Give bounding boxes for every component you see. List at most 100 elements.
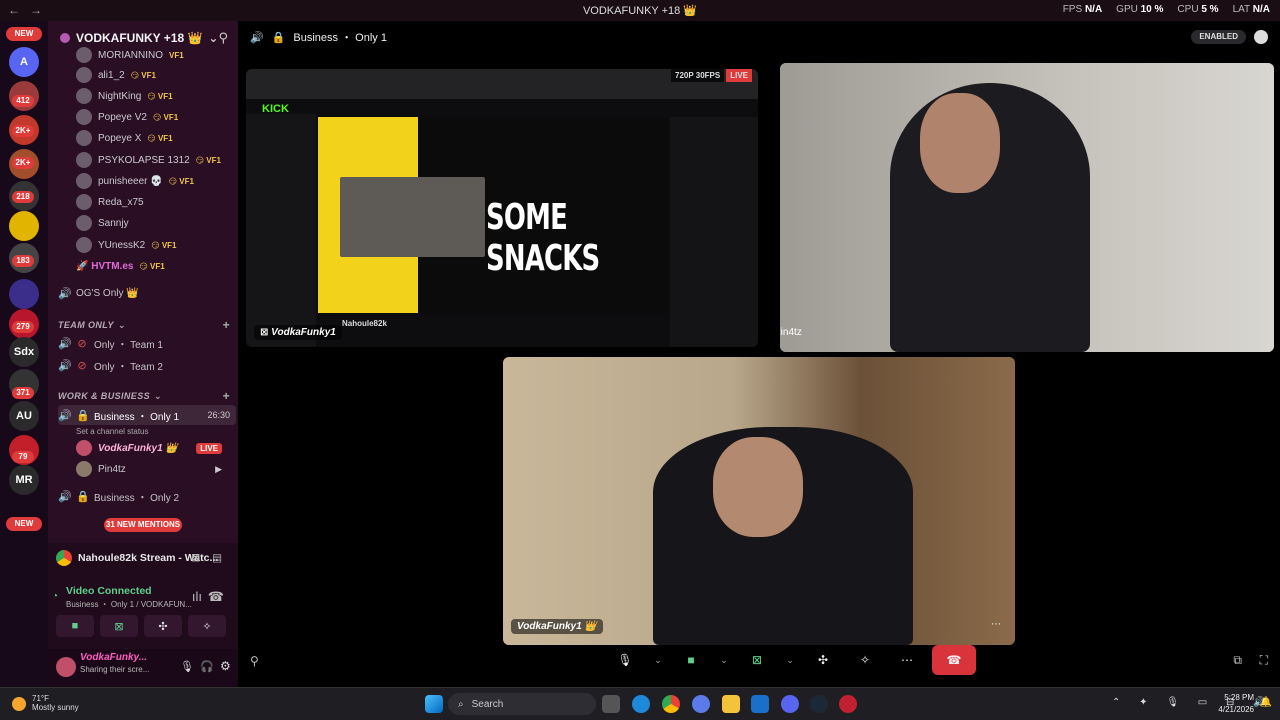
enabled-pill[interactable]: ENABLED (1191, 30, 1246, 44)
voice-user[interactable]: punisheeer 💀 😏 VF1 (76, 171, 236, 191)
screen-share-button[interactable]: ⊠ (740, 645, 774, 675)
soundboard-button[interactable]: ✧ (188, 615, 226, 637)
voice-user[interactable]: PSYKOLAPSE 1312 😏 VF1 (76, 150, 236, 170)
new-mentions-pill[interactable]: 31 NEW MENTIONS (104, 518, 182, 532)
category-work-business[interactable]: WORK & BUSINESS ⌄ + (58, 388, 236, 404)
stream-tile[interactable]: KICK SOME SNACKS Nahoule82k 720P 30FPS L… (246, 69, 758, 347)
voice-status[interactable]: Video Connected (66, 585, 152, 597)
screen-share-icon: ⊠ (751, 653, 763, 667)
taskbar-search[interactable]: ⌕ Search (448, 693, 596, 715)
lock-icon: 🔒 (76, 490, 90, 503)
avatar (76, 130, 92, 146)
add-channel-icon[interactable]: + (223, 389, 230, 403)
channel-title: Business ・ Only 1 (293, 32, 387, 44)
app-icon[interactable] (692, 695, 710, 713)
server-icon[interactable] (9, 279, 39, 309)
weather-widget[interactable]: 71°F Mostly sunny (12, 694, 79, 712)
avatar[interactable] (56, 657, 76, 677)
notification-icon[interactable]: 🔔 (1260, 697, 1272, 708)
video-tile-pin4tz[interactable]: Pin4tz (780, 63, 1274, 352)
cpu-stat: CPU 5 % (1177, 4, 1219, 15)
voice-user[interactable]: Sannjy (76, 213, 236, 233)
lock-icon: 🔒 (271, 31, 286, 44)
voice-user-pin4tz[interactable]: Pin4tz ▶ (76, 459, 236, 479)
server-icon-sdx[interactable]: Sdx (9, 337, 39, 367)
voice-channel-path[interactable]: Business ・ Only 1 / VODKAFUN... (66, 599, 192, 610)
more-button[interactable]: ⋯ (890, 645, 924, 675)
add-participant-icon[interactable]: ⚲ (250, 654, 259, 668)
task-view-icon[interactable] (602, 695, 620, 713)
share-options-chevron[interactable]: ⌄ (782, 645, 798, 675)
new-unread-pill-top[interactable]: NEW (6, 27, 42, 41)
camera-icon: ■ (71, 620, 79, 632)
soundboard-button[interactable]: ✧ (848, 645, 882, 675)
noise-suppression-icon[interactable]: ılı (192, 589, 202, 604)
voice-user[interactable]: NightKing 😏 VF1 (76, 86, 236, 106)
chrome-icon[interactable] (662, 695, 680, 713)
voice-user[interactable]: YUnessK2 😏 VF1 (76, 235, 236, 255)
participant-name: Pin4tz (780, 327, 802, 338)
stop-stream-icon[interactable]: ⊠ (191, 552, 200, 564)
server-icon[interactable] (9, 211, 39, 241)
headphones-icon[interactable]: 🎧 (200, 660, 214, 673)
server-icon-mr[interactable]: MR (9, 465, 39, 495)
voice-user[interactable]: Popeye X 😏 VF1 (76, 128, 236, 148)
voice-user[interactable]: ali1_2 😏 VF1 (76, 65, 236, 85)
blocked-icon: ⊘ (77, 337, 87, 350)
voice-channel-og-only[interactable]: 🔊 OG'S Only 👑 (58, 283, 236, 303)
system-clock[interactable]: 5:28 PM 4/21/2026 (1218, 692, 1254, 716)
app-icon-red[interactable] (839, 695, 857, 713)
call-area: 🔊 🔒 Business ・ Only 1 ENABLED KICK SOME … (238, 21, 1280, 687)
camera-button[interactable]: ■ (674, 645, 708, 675)
file-explorer-icon[interactable] (722, 695, 740, 713)
voice-channel-business-2[interactable]: 🔊 🔒 Business ・ Only 2 (58, 486, 236, 506)
voice-user[interactable]: 🚀 HVTM.es 😏 VF1 (76, 256, 236, 276)
fps-stat: FPS N/A (1062, 4, 1103, 15)
screen-share-button[interactable]: ⊠ (100, 615, 138, 637)
speaker-icon: 🔊 (58, 337, 72, 350)
voice-channel-team-1[interactable]: 🔊 ⊘ Only ・ Team 1 (58, 333, 236, 353)
steam-icon[interactable] (810, 695, 828, 713)
user-name[interactable]: VodkaFunky... (80, 652, 147, 663)
windows-start-icon[interactable] (425, 695, 443, 713)
mute-button[interactable]: 🎙 (608, 645, 642, 675)
camera-button[interactable]: ■ (56, 615, 94, 637)
voice-user-vodkafunky[interactable]: VodkaFunky1 👑 LIVE (76, 438, 236, 458)
gear-icon[interactable]: ⚙ (220, 659, 231, 673)
camera-options-chevron[interactable]: ⌄ (716, 645, 732, 675)
sun-icon (12, 697, 26, 711)
mic-options-chevron[interactable]: ⌄ (650, 645, 666, 675)
edge-icon[interactable] (632, 695, 650, 713)
popout-icon[interactable]: ▤ (212, 552, 222, 564)
lat-stat: LAT N/A (1232, 4, 1270, 15)
activity-panel[interactable]: Nahoule82k Stream - Watc... ⊠ ▤ (48, 543, 238, 573)
store-icon[interactable] (751, 695, 769, 713)
chat-icon[interactable] (1254, 30, 1268, 44)
end-call-button[interactable]: ☎ (932, 645, 976, 675)
new-unread-pill-bottom[interactable]: NEW (6, 517, 42, 531)
add-member-icon[interactable]: ⚲ (218, 30, 228, 46)
fullscreen-icon[interactable]: ⛶ (1260, 653, 1268, 668)
server-icon-au[interactable]: AU (9, 401, 39, 431)
voice-channel-team-2[interactable]: 🔊 ⊘ Only ・ Team 2 (58, 355, 236, 375)
popout-icon[interactable]: ⧉ (1233, 653, 1242, 668)
voice-user[interactable]: Reda_x75 (76, 192, 236, 212)
disconnect-icon[interactable]: ☎ (208, 589, 224, 605)
activities-button[interactable]: ✣ (144, 615, 182, 637)
stream-video: SOME SNACKS (318, 117, 668, 313)
video-tile-vodkafunky[interactable]: VodkaFunky1 👑 ⋯ (503, 357, 1015, 645)
speaker-icon: 🔊 (58, 490, 72, 503)
more-options-icon[interactable]: ⋯ (991, 619, 1001, 630)
server-icon-a[interactable]: A (9, 47, 39, 77)
lock-icon: 🔒 (76, 409, 90, 422)
window-titlebar: ← → VODKAFUNKY +18 👑 FPS N/A GPU 10 % CP… (0, 0, 1280, 21)
voice-user[interactable]: Popeye V2 😏 VF1 (76, 107, 236, 127)
category-team-only[interactable]: TEAM ONLY ⌄ + (58, 317, 236, 333)
add-channel-icon[interactable]: + (223, 318, 230, 332)
microphone-icon[interactable]: 🎙 (180, 660, 194, 673)
chrome-icon (56, 550, 72, 566)
voice-user[interactable]: MORIANNINO VF1 (76, 45, 236, 65)
discord-icon[interactable] (781, 695, 799, 713)
activities-button[interactable]: ✣ (806, 645, 840, 675)
voice-connection-panel: ◔ Video Connected Business ・ Only 1 / VO… (48, 573, 238, 649)
